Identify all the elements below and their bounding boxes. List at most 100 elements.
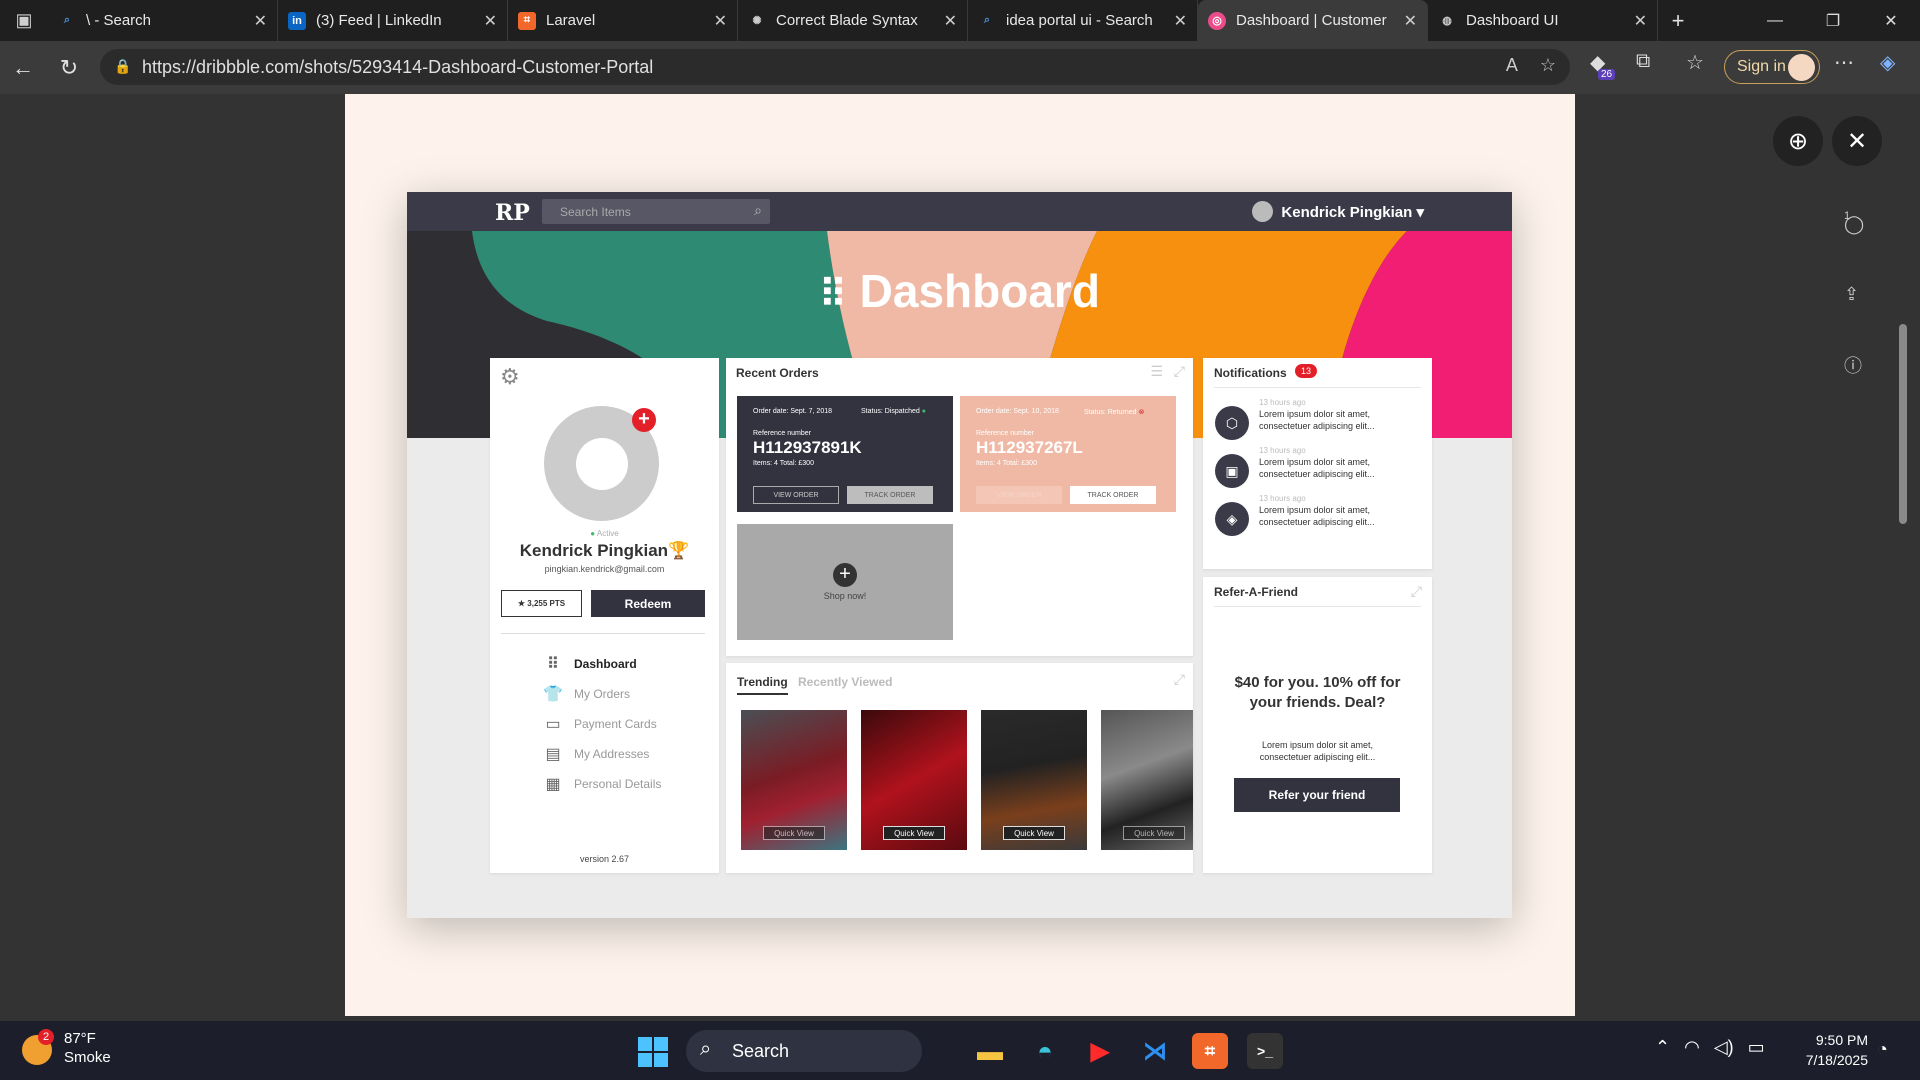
notification-text: Lorem ipsum dolor sit amet, consectetuer… xyxy=(1259,505,1375,527)
vscode-icon[interactable]: ⋊ xyxy=(1137,1033,1173,1069)
close-tab-icon[interactable]: ✕ xyxy=(1404,11,1417,31)
new-tab-button[interactable]: + xyxy=(1658,8,1698,34)
product-image-sneaker-red[interactable]: Quick View xyxy=(741,710,847,850)
read-aloud-icon[interactable]: A xyxy=(1506,55,1518,76)
image-icon: ▣ xyxy=(1215,454,1249,488)
status-label: Active xyxy=(596,529,619,538)
quick-view-button[interactable]: Quick View xyxy=(763,826,825,840)
product-image-sneaker-gray[interactable]: Quick View xyxy=(1101,710,1193,850)
menu-item-my-orders[interactable]: 👕 My Orders xyxy=(542,684,630,704)
tab-dashboard-ui[interactable]: ◍ Dashboard UI ✕ xyxy=(1428,0,1658,41)
zoom-icon[interactable]: ⊕ xyxy=(1773,116,1823,166)
view-order-button[interactable]: VIEW ORDER xyxy=(753,486,839,504)
tab-title: Correct Blade Syntax xyxy=(776,12,918,29)
tab-search-2[interactable]: ⌕ idea portal ui - Search ✕ xyxy=(968,0,1198,41)
expand-icon[interactable]: ⤢ xyxy=(1411,583,1422,600)
favorites-icon[interactable]: ☆ xyxy=(1686,50,1704,75)
menu-item-dashboard[interactable]: ⠿ Dashboard xyxy=(542,654,637,674)
shop-now-tile[interactable]: + Shop now! xyxy=(737,524,953,640)
notification-item[interactable]: ▣ 13 hours ago Lorem ipsum dolor sit ame… xyxy=(1215,446,1425,488)
favorite-star-icon[interactable]: ☆ xyxy=(1540,55,1556,76)
copilot-icon[interactable]: ◈ xyxy=(1880,50,1895,75)
volume-icon[interactable]: ◁) xyxy=(1714,1037,1734,1058)
tab-title: idea portal ui - Search xyxy=(1006,12,1153,29)
search-items-input[interactable]: Search Items ⌕ xyxy=(542,199,770,224)
expand-icon[interactable]: ⤢ xyxy=(1174,671,1185,688)
dashboard-title: ⠿ Dashboard xyxy=(407,264,1512,318)
scrollbar-thumb[interactable] xyxy=(1899,324,1907,524)
notification-item[interactable]: ⬡ 13 hours ago Lorem ipsum dolor sit ame… xyxy=(1215,398,1425,440)
user-menu[interactable]: Kendrick Pingkian ▾ xyxy=(1252,201,1424,222)
filter-icon[interactable]: ☰ xyxy=(1150,363,1163,380)
taskbar-search[interactable]: ⌕ Search xyxy=(686,1030,922,1072)
menu-item-my-addresses[interactable]: ▤ My Addresses xyxy=(542,744,649,764)
product-image-boot-red[interactable]: Quick View xyxy=(861,710,967,850)
gear-icon[interactable]: ⚙ xyxy=(500,364,520,390)
tab-linkedin[interactable]: in (3) Feed | LinkedIn ✕ xyxy=(278,0,508,41)
more-menu-icon[interactable]: ⋯ xyxy=(1834,50,1854,75)
tab-trending[interactable]: Trending xyxy=(737,675,788,695)
add-photo-button[interactable]: + xyxy=(632,408,656,432)
profile-name-text: Kendrick Pingkian xyxy=(519,541,669,560)
order-status-text: Status: Dispatched xyxy=(861,408,920,415)
status-dot-icon: ● xyxy=(590,529,596,538)
back-icon[interactable]: ← xyxy=(0,48,46,88)
close-tab-icon[interactable]: ✕ xyxy=(714,11,727,31)
quick-view-button[interactable]: Quick View xyxy=(1123,826,1185,840)
track-order-button[interactable]: TRACK ORDER xyxy=(1070,486,1156,504)
tab-recently-viewed[interactable]: Recently Viewed xyxy=(798,675,893,689)
tab-laravel[interactable]: ⌗ Laravel ✕ xyxy=(508,0,738,41)
plus-icon: + xyxy=(833,563,857,587)
edge-icon[interactable]: ◓ xyxy=(1027,1033,1063,1069)
notification-item[interactable]: ◈ 13 hours ago Lorem ipsum dolor sit ame… xyxy=(1215,494,1425,536)
window-controls: — ❐ ✕ xyxy=(1746,0,1920,41)
close-tab-icon[interactable]: ✕ xyxy=(1174,11,1187,31)
smiley-icon xyxy=(575,437,628,490)
refer-friend-button[interactable]: Refer your friend xyxy=(1234,778,1400,812)
tab-actions-icon[interactable]: ▣ xyxy=(0,0,48,41)
redeem-button[interactable]: Redeem xyxy=(591,590,705,617)
expand-icon[interactable]: ⤢ xyxy=(1174,363,1185,380)
tab-title: \ - Search xyxy=(86,12,152,29)
sign-in-button[interactable]: Sign in xyxy=(1724,50,1820,84)
track-order-button[interactable]: TRACK ORDER xyxy=(847,486,933,504)
order-status-text: Status: Returned xyxy=(1084,409,1137,416)
chevron-up-icon[interactable]: ⌃ xyxy=(1655,1037,1670,1058)
lock-icon[interactable]: 🔒 xyxy=(114,58,131,75)
clock[interactable]: 9:50 PM 7/18/2025 xyxy=(1790,1030,1868,1070)
share-icon[interactable]: ⇪ xyxy=(1844,284,1859,305)
points-badge: ★ 3,255 PTS xyxy=(501,590,582,617)
info-icon[interactable]: ⓘ xyxy=(1844,352,1862,378)
wifi-icon[interactable]: ◠ xyxy=(1684,1037,1700,1058)
menu-item-payment-cards[interactable]: ▭ Payment Cards xyxy=(542,714,656,734)
close-window-icon[interactable]: ✕ xyxy=(1862,0,1920,41)
product-image-boot-brown[interactable]: Quick View xyxy=(981,710,1087,850)
quick-view-button[interactable]: Quick View xyxy=(1003,826,1065,840)
notification-bell-icon[interactable]: ◔ xyxy=(1877,1039,1888,1060)
tab-chatgpt[interactable]: ✺ Correct Blade Syntax ✕ xyxy=(738,0,968,41)
close-tab-icon[interactable]: ✕ xyxy=(944,11,957,31)
battery-icon[interactable]: ▭ xyxy=(1748,1037,1765,1058)
refresh-icon[interactable]: ↻ xyxy=(46,48,92,88)
close-lightbox-icon[interactable]: ✕ xyxy=(1832,116,1882,166)
comment-icon[interactable]: ◯ xyxy=(1844,214,1864,235)
close-tab-icon[interactable]: ✕ xyxy=(1634,11,1647,31)
order-items: Items: 4 Total: £300 xyxy=(753,460,814,467)
quick-view-button[interactable]: Quick View xyxy=(883,826,945,840)
menu-item-personal-details[interactable]: ▦ Personal Details xyxy=(542,774,661,794)
address-bar[interactable]: 🔒 https://dribbble.com/shots/5293414-Das… xyxy=(100,49,1570,85)
tab-search-1[interactable]: ⌕ \ - Search ✕ xyxy=(48,0,278,41)
close-tab-icon[interactable]: ✕ xyxy=(484,11,497,31)
extensions-puzzle-icon[interactable]: ⧉ xyxy=(1636,50,1650,73)
scrollbar[interactable] xyxy=(1896,229,1910,989)
start-windows-icon[interactable] xyxy=(638,1037,668,1067)
file-explorer-icon[interactable]: ▬ xyxy=(972,1033,1008,1069)
xampp-icon[interactable]: ⌗ xyxy=(1192,1033,1228,1069)
view-order-button[interactable]: VIEW ORDER xyxy=(976,486,1062,504)
tab-dribbble[interactable]: ◎ Dashboard | Customer ✕ xyxy=(1198,0,1428,41)
youtube-icon[interactable]: ▶ xyxy=(1082,1033,1118,1069)
close-tab-icon[interactable]: ✕ xyxy=(254,11,267,31)
minimize-icon[interactable]: — xyxy=(1746,0,1804,41)
restore-icon[interactable]: ❐ xyxy=(1804,0,1862,41)
terminal-icon[interactable]: >_ xyxy=(1247,1033,1283,1069)
